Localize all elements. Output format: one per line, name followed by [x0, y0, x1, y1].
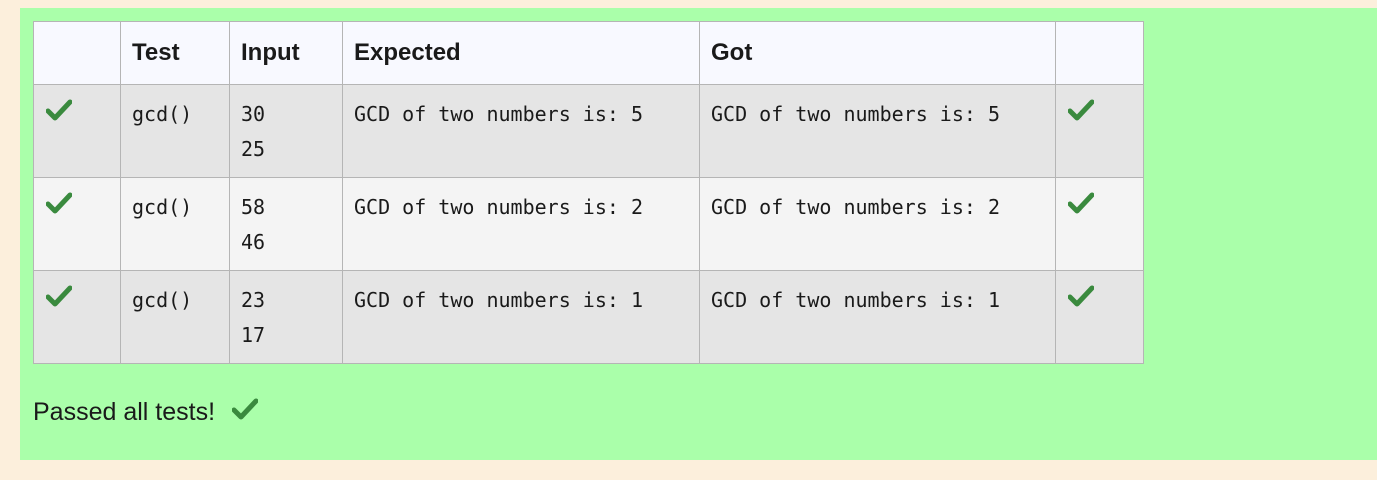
- table-header-row: Test Input Expected Got: [33, 21, 1144, 85]
- header-input: Input: [229, 21, 343, 85]
- input-cell: 58 46: [229, 177, 343, 271]
- status-cell: [33, 177, 121, 271]
- result-cell: [1055, 84, 1144, 178]
- table-row: gcd() 30 25 GCD of two numbers is: 5 GCD…: [33, 84, 1144, 178]
- header-status: [33, 21, 121, 85]
- summary-text: Passed all tests!: [33, 398, 216, 426]
- test-cell: gcd(): [120, 177, 230, 271]
- results-table: Test Input Expected Got gcd() 30 25 GCD …: [33, 21, 1144, 364]
- check-icon: [34, 85, 120, 121]
- status-cell: [33, 84, 121, 178]
- header-test: Test: [120, 21, 230, 85]
- table-row: gcd() 23 17 GCD of two numbers is: 1 GCD…: [33, 270, 1144, 364]
- got-cell: GCD of two numbers is: 1: [699, 270, 1056, 364]
- check-icon: [231, 398, 259, 427]
- header-result: [1055, 21, 1144, 85]
- test-cell: gcd(): [120, 270, 230, 364]
- test-cell: gcd(): [120, 84, 230, 178]
- header-got: Got: [699, 21, 1056, 85]
- input-cell: 30 25: [229, 84, 343, 178]
- summary-message: Passed all tests!: [33, 398, 259, 427]
- expected-cell: GCD of two numbers is: 5: [342, 84, 700, 178]
- expected-cell: GCD of two numbers is: 2: [342, 177, 700, 271]
- header-expected: Expected: [342, 21, 700, 85]
- got-cell: GCD of two numbers is: 2: [699, 177, 1056, 271]
- status-cell: [33, 270, 121, 364]
- table-row: gcd() 58 46 GCD of two numbers is: 2 GCD…: [33, 177, 1144, 271]
- expected-cell: GCD of two numbers is: 1: [342, 270, 700, 364]
- result-cell: [1055, 270, 1144, 364]
- input-cell: 23 17: [229, 270, 343, 364]
- check-icon: [1056, 271, 1143, 307]
- check-icon: [1056, 178, 1143, 214]
- test-results-panel: Test Input Expected Got gcd() 30 25 GCD …: [20, 8, 1377, 460]
- check-icon: [34, 178, 120, 214]
- got-cell: GCD of two numbers is: 5: [699, 84, 1056, 178]
- result-cell: [1055, 177, 1144, 271]
- check-icon: [1056, 85, 1143, 121]
- check-icon: [34, 271, 120, 307]
